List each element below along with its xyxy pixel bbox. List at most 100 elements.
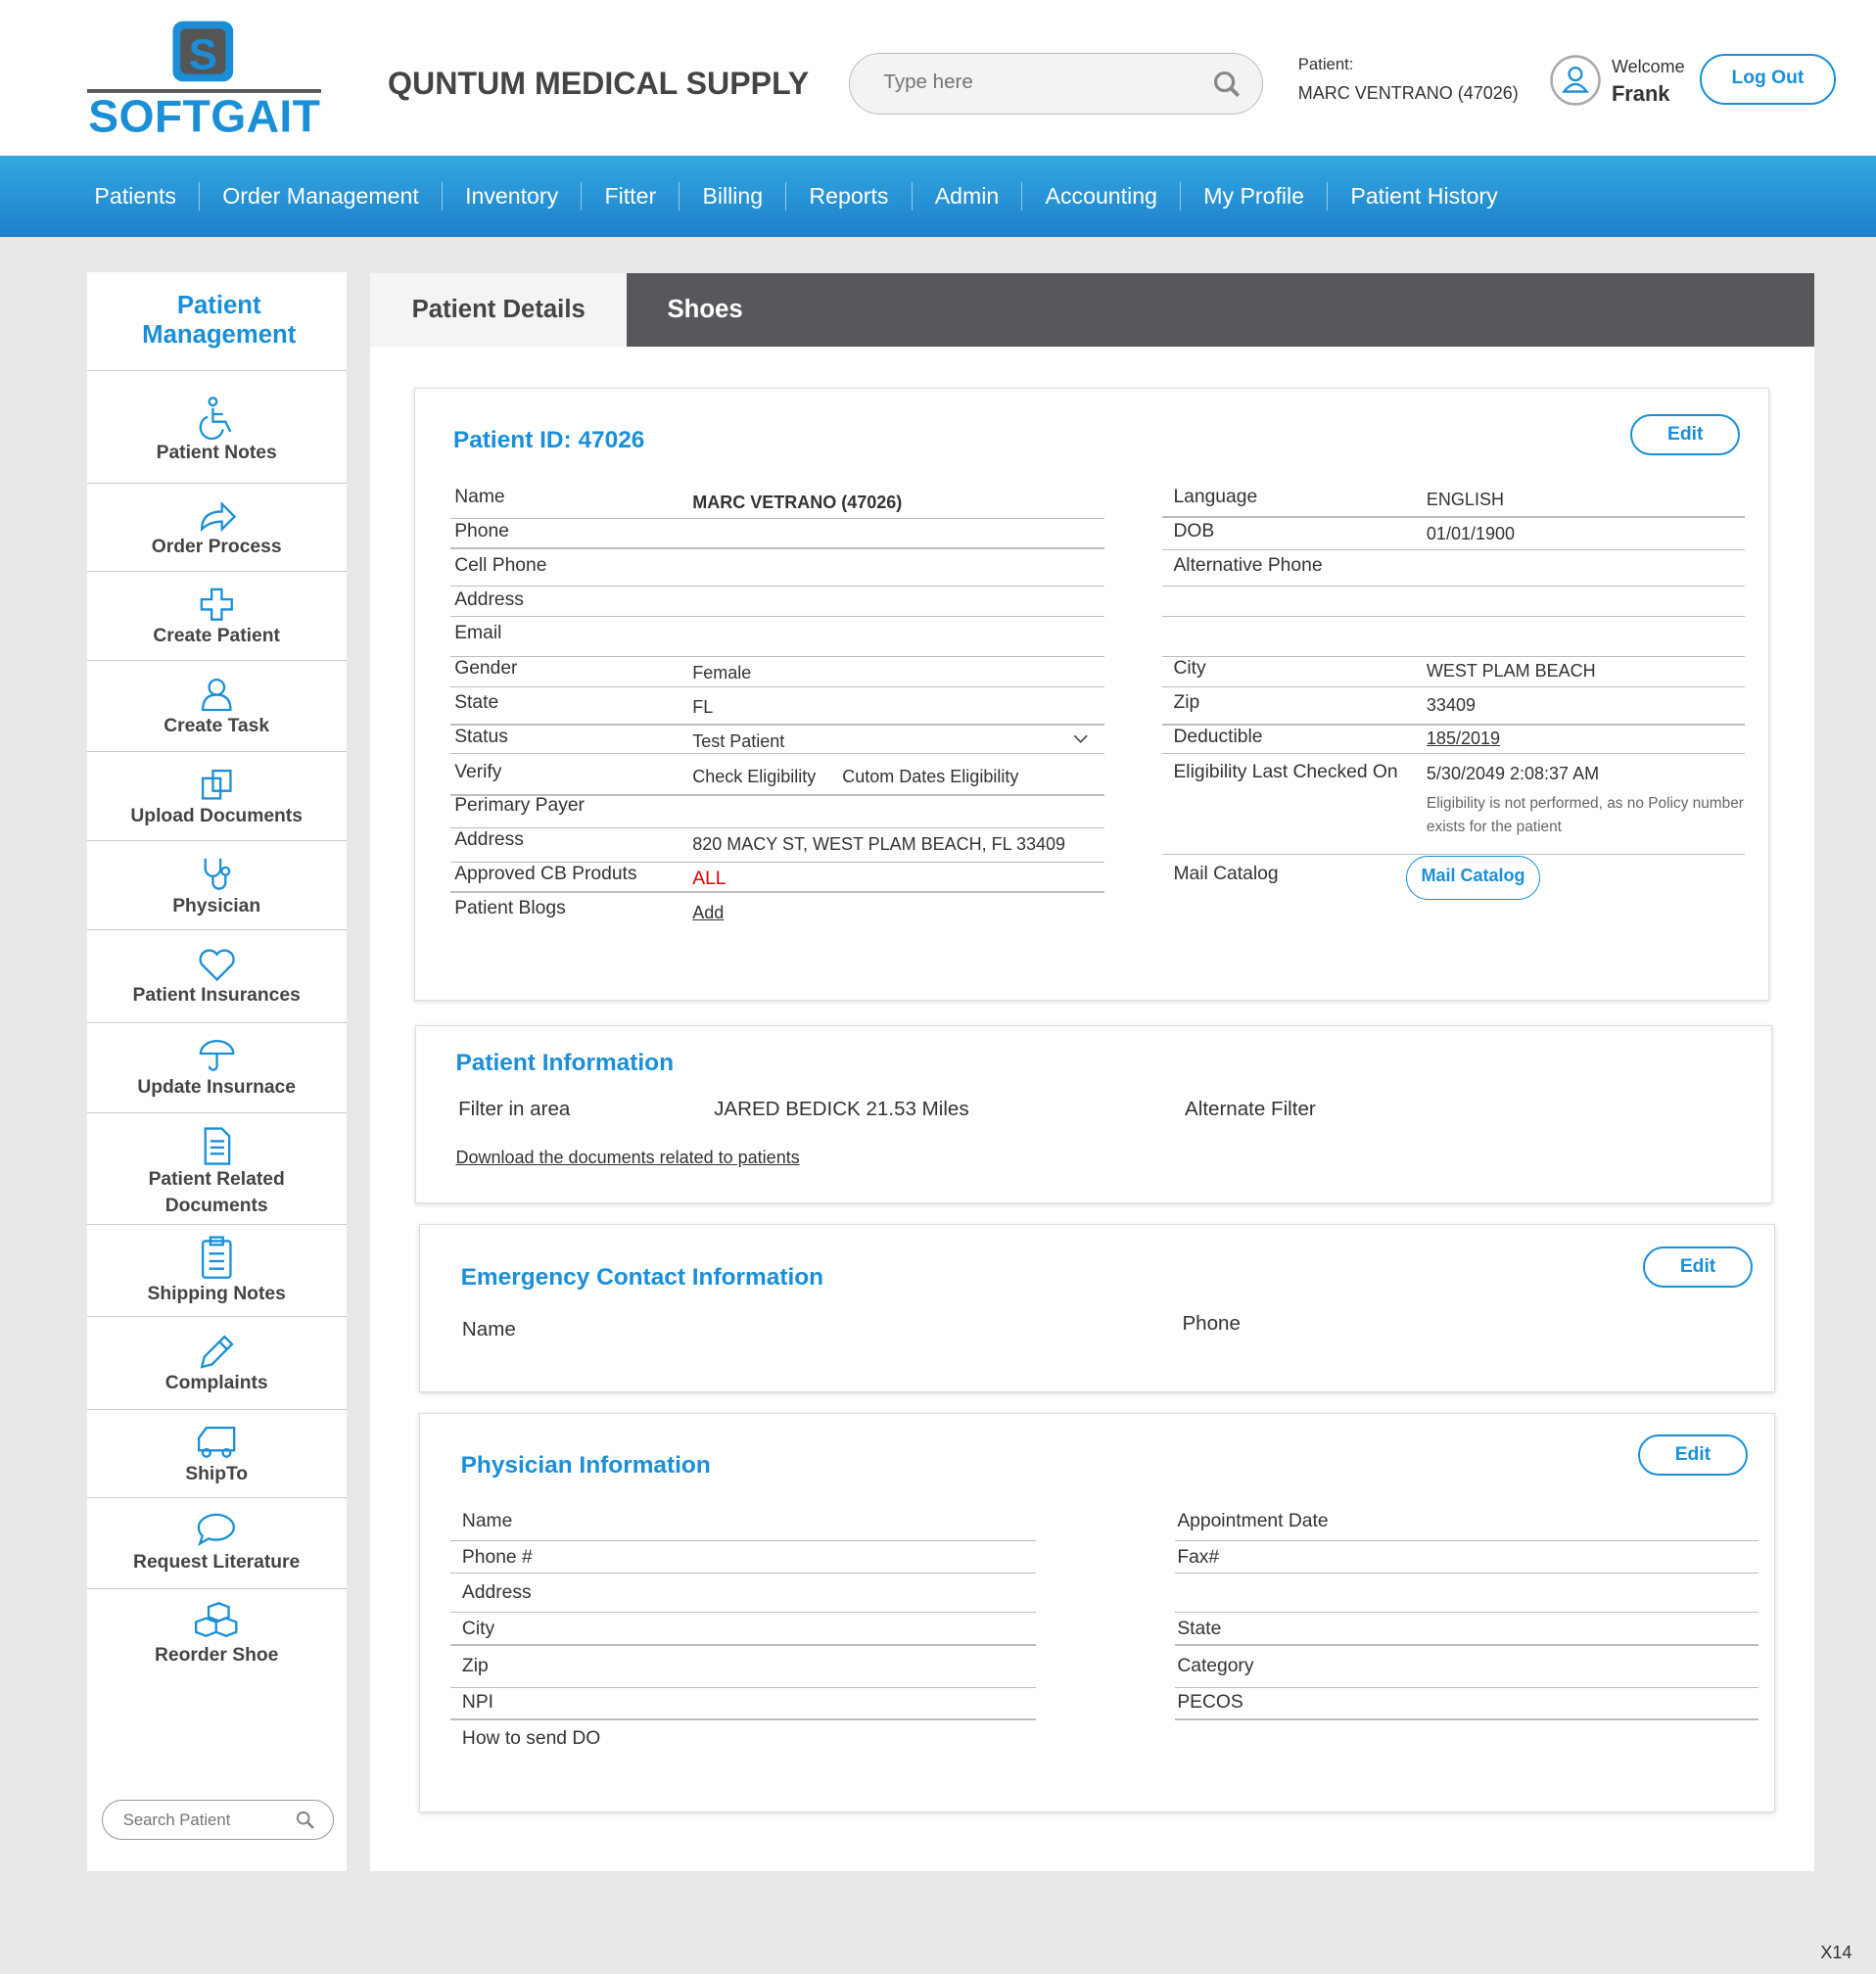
field-value-name: MARC VETRANO (47026) — [692, 492, 903, 512]
field-value-state: FL — [692, 697, 714, 718]
field-label: Appointment Date — [1177, 1510, 1329, 1531]
stethoscope-icon — [204, 858, 231, 890]
emergency-contact-card — [419, 1223, 1775, 1392]
emergency-phone-label: Phone — [1182, 1311, 1241, 1335]
sidebar-item-update-insurance[interactable]: Update Insurnace — [86, 1023, 347, 1113]
edit-patient-button[interactable]: Edit — [1630, 414, 1741, 456]
field-label: Approved CB Produts — [454, 863, 637, 884]
tab-patient-details[interactable]: Patient Details — [370, 273, 628, 347]
filter-value: JARED BEDICK 21.53 Miles — [714, 1098, 969, 1121]
nav-fitter[interactable]: Fitter — [582, 182, 680, 211]
sidebar-item-shipto[interactable]: ShipTo — [86, 1410, 347, 1499]
welcome-label: Welcome — [1611, 56, 1685, 76]
field-label: City — [461, 1619, 495, 1640]
mail-catalog-button[interactable]: Mail Catalog — [1406, 856, 1540, 901]
plus-icon — [200, 588, 233, 621]
edit-physician-button[interactable]: Edit — [1637, 1434, 1748, 1477]
sidebar-item-patient-related-documents[interactable]: Patient Related Documents — [86, 1113, 347, 1226]
emergency-name-label: Name — [461, 1318, 516, 1341]
filter-label: Filter in area — [458, 1098, 571, 1121]
field-label: PECOS — [1177, 1691, 1243, 1713]
field-label: Phone — [454, 521, 509, 542]
user-icon — [201, 679, 232, 712]
search-icon[interactable] — [1213, 70, 1241, 98]
nav-reports[interactable]: Reports — [786, 182, 913, 211]
search-input[interactable] — [880, 69, 1201, 95]
svg-text:S: S — [188, 31, 216, 79]
field-value-zip: 33409 — [1426, 694, 1476, 715]
field-label: DOB — [1173, 521, 1215, 542]
sidebar-item-create-task[interactable]: Create Task — [86, 661, 347, 752]
status-select[interactable]: Test Patient — [692, 728, 1095, 753]
tab-shoes[interactable]: Shoes — [627, 273, 1814, 347]
documents-icon — [201, 769, 232, 800]
nav-accounting[interactable]: Accounting — [1022, 182, 1182, 211]
status-value: Test Patient — [692, 730, 785, 751]
field-label: Cell Phone — [454, 554, 547, 576]
search-icon[interactable] — [296, 1810, 314, 1829]
pencil-icon — [200, 1335, 234, 1370]
patient-details-card — [414, 388, 1770, 1001]
sidebar-item-complaints[interactable]: Complaints — [86, 1317, 347, 1411]
field-value-gender: Female — [692, 663, 752, 683]
chevron-down-icon — [1073, 734, 1088, 743]
deductible-link[interactable]: 185/2019 — [1427, 728, 1500, 750]
softgait-logo[interactable]: S SOFTGAIT — [86, 19, 321, 142]
logout-button[interactable]: Log Out — [1699, 54, 1836, 105]
field-label: Verify — [454, 761, 502, 782]
nav-patient-history[interactable]: Patient History — [1328, 182, 1521, 210]
nav-order-management[interactable]: Order Management — [200, 182, 443, 211]
nav-patients[interactable]: Patients — [71, 182, 201, 211]
document-icon — [204, 1126, 231, 1165]
patient-label: Patient: — [1297, 55, 1354, 73]
eligibility-note: Eligibility is not performed, as no Poli… — [1426, 794, 1744, 836]
field-label: Zip — [461, 1655, 489, 1676]
nav-billing[interactable]: Billing — [680, 182, 787, 211]
edit-emergency-button[interactable]: Edit — [1643, 1246, 1753, 1289]
nav-admin[interactable]: Admin — [913, 182, 1023, 211]
patient-information-title: Patient Information — [455, 1050, 675, 1077]
page-code: X14 — [1820, 1942, 1853, 1962]
field-label: Zip — [1173, 691, 1200, 713]
nav-my-profile[interactable]: My Profile — [1181, 182, 1329, 211]
field-label: Phone # — [461, 1547, 533, 1569]
sidebar-title: Patient Management — [142, 292, 297, 349]
download-documents-link[interactable]: Download the documents related to patien… — [455, 1147, 799, 1169]
field-value-approved-products: ALL — [692, 868, 727, 889]
sidebar: Patient Management Patient Notes Order P… — [86, 271, 347, 1871]
field-label: Perimary Payer — [454, 795, 585, 817]
current-patient: MARC VENTRANO (47026) — [1297, 82, 1519, 103]
truck-icon — [198, 1427, 236, 1458]
field-label: Address — [461, 1582, 532, 1604]
field-label: Category — [1177, 1655, 1254, 1676]
sidebar-item-create-patient[interactable]: Create Patient — [86, 572, 347, 662]
sidebar-item-physician[interactable]: Physician — [86, 841, 347, 931]
clipboard-icon — [201, 1236, 232, 1280]
sidebar-item-shipping-notes[interactable]: Shipping Notes — [86, 1225, 347, 1318]
search-patient-input[interactable] — [120, 1809, 290, 1832]
user-avatar-icon[interactable] — [1549, 54, 1602, 107]
field-label: Mail Catalog — [1173, 863, 1279, 884]
boxes-icon — [195, 1601, 238, 1637]
patient-id-title: Patient ID: 47026 — [452, 426, 645, 453]
nav-inventory[interactable]: Inventory — [443, 182, 583, 211]
field-label: How to send DO — [461, 1728, 601, 1750]
svg-text:SOFTGAIT: SOFTGAIT — [88, 91, 320, 135]
field-label: Name — [461, 1510, 513, 1531]
field-value-eligibility-date: 5/30/2049 2:08:37 AM — [1426, 764, 1600, 784]
sidebar-item-order-process[interactable]: Order Process — [86, 484, 347, 572]
sidebar-item-patient-notes[interactable]: Patient Notes — [86, 371, 347, 484]
add-blog-link[interactable]: Add — [692, 902, 724, 924]
field-label: Fax# — [1177, 1547, 1220, 1569]
sidebar-item-request-literature[interactable]: Request Literature — [86, 1498, 347, 1589]
custom-dates-eligibility-link[interactable]: Cutom Dates Eligibility — [842, 766, 1018, 788]
check-eligibility-link[interactable]: Check Eligibility — [692, 766, 816, 788]
sidebar-item-patient-insurances[interactable]: Patient Insurances — [86, 930, 347, 1024]
sidebar-item-upload-documents[interactable]: Upload Documents — [86, 752, 347, 841]
global-search[interactable] — [848, 53, 1263, 115]
sidebar-item-reorder-shoe[interactable]: Reorder Shoe — [87, 1589, 347, 1677]
search-patient-field[interactable] — [102, 1799, 334, 1840]
chat-bubble-icon — [197, 1513, 236, 1546]
field-value-address: 820 MACY ST, WEST PLAM BEACH, FL 33409 — [692, 834, 1066, 855]
emergency-contact-title: Emergency Contact Information — [460, 1264, 824, 1292]
